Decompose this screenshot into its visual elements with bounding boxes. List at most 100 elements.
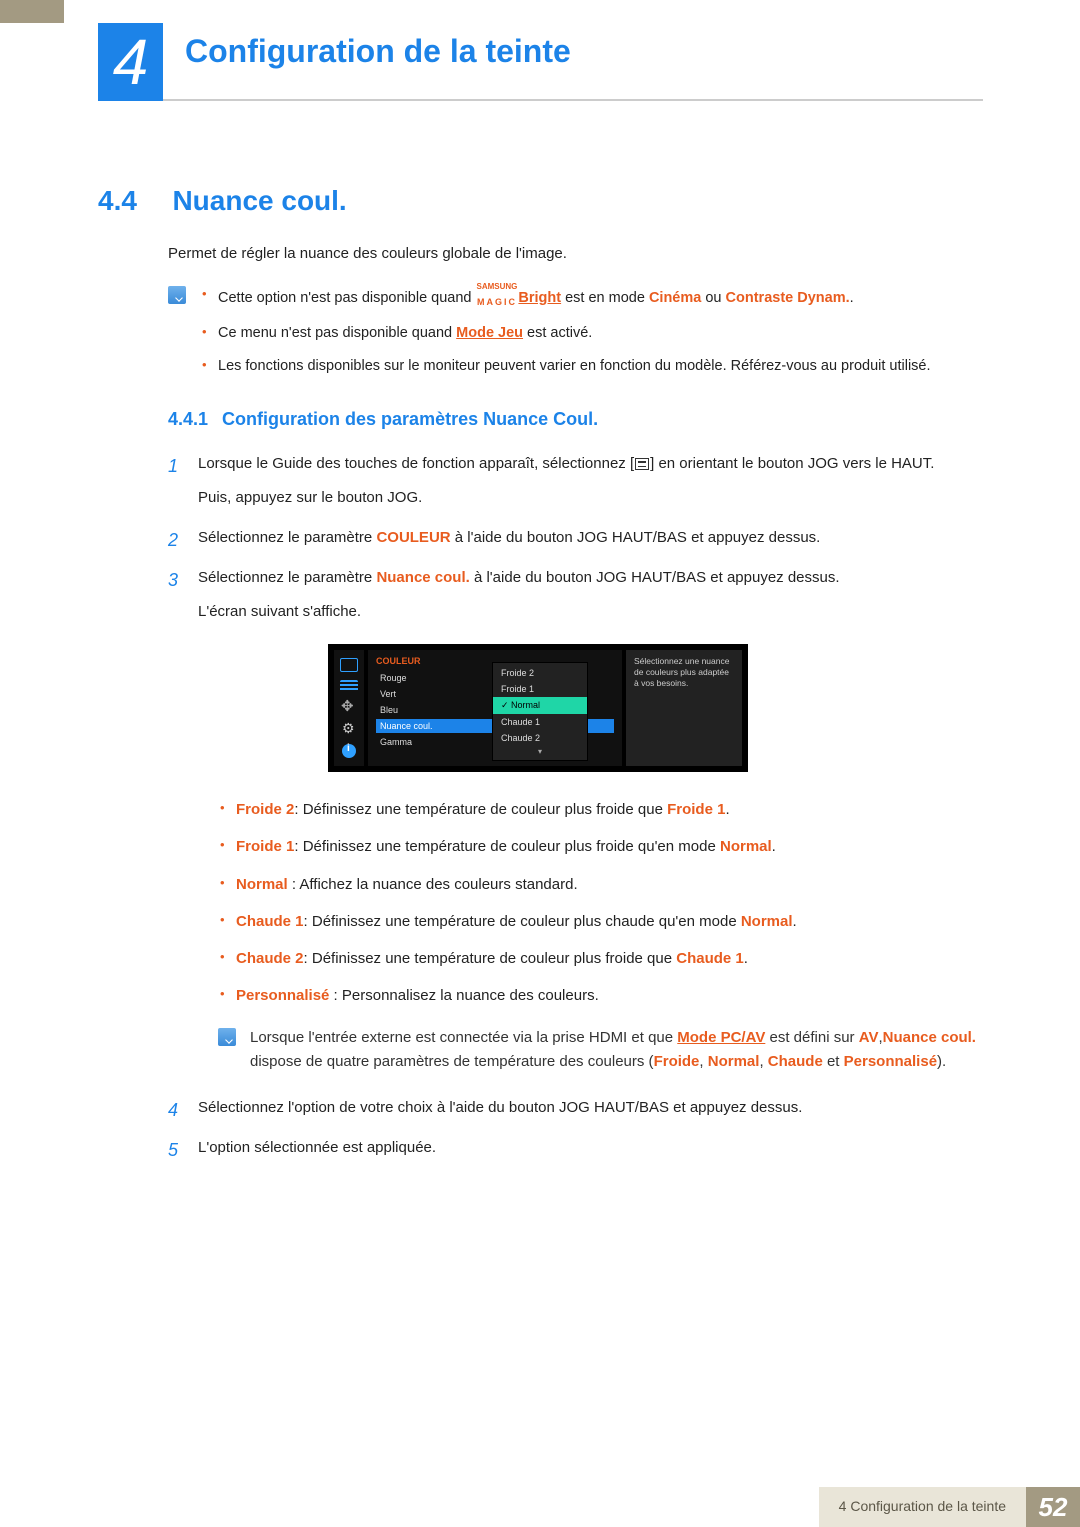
list-item: Normal : Affichez la nuance des couleurs…: [218, 873, 983, 896]
text: :: [304, 950, 312, 967]
chapter-header: 4 Configuration de la teinte: [98, 23, 983, 101]
text: dispose de quatre paramètres de températ…: [250, 1053, 654, 1070]
note-item: Les fonctions disponibles sur le moniteu…: [200, 355, 931, 377]
note-text: Lorsque l'entrée externe est connectée v…: [250, 1026, 983, 1074]
note-block-1: Cette option n'est pas disponible quand …: [168, 284, 983, 387]
chapter-number-badge: 4: [98, 23, 163, 101]
text: est défini sur: [765, 1029, 858, 1046]
text: :: [294, 838, 302, 855]
chapter-title: Configuration de la teinte: [163, 23, 983, 101]
osd-screenshot: COULEUR Rouge Vert Bleu Nuance coul. Gam…: [328, 644, 748, 772]
steps-list: 1 Lorsque le Guide des touches de foncti…: [168, 452, 983, 624]
monitor-icon: [340, 658, 358, 672]
step-number: 3: [168, 566, 178, 595]
text: ,: [759, 1053, 767, 1070]
text: .: [744, 950, 748, 967]
text: :: [304, 913, 312, 930]
keyword: Froide: [654, 1053, 700, 1070]
gear-icon: [340, 722, 358, 736]
keyword: Froide 2: [236, 801, 294, 818]
keyword: Contraste Dynam.: [726, 290, 850, 306]
text: Définissez une température de couleur pl…: [303, 801, 667, 818]
text: ,: [699, 1053, 707, 1070]
osd-option: Froide 1: [493, 681, 587, 697]
osd-help-text: Sélectionnez une nuance de couleurs plus…: [626, 650, 742, 766]
text: .: [850, 290, 854, 306]
text: Lorsque l'entrée externe est connectée v…: [250, 1029, 677, 1046]
section-title: Nuance coul.: [172, 185, 346, 216]
list-item: Personnalisé : Personnalisez la nuance d…: [218, 984, 983, 1007]
keyword: Mode Jeu: [456, 325, 523, 341]
keyword: Cinéma: [649, 290, 701, 306]
footer-page-number: 52: [1026, 1487, 1080, 1527]
keyword: Froide 1: [667, 801, 725, 818]
text: L'option sélectionnée est appliquée.: [198, 1139, 436, 1156]
text: :: [329, 987, 342, 1004]
list-item: Chaude 2: Définissez une température de …: [218, 947, 983, 970]
text: Sélectionnez l'option de votre choix à l…: [198, 1099, 802, 1116]
text: .: [772, 838, 776, 855]
keyword: Chaude: [768, 1053, 823, 1070]
menu-icon: [635, 458, 649, 470]
text: .: [725, 801, 729, 818]
arrows-icon: [340, 700, 358, 714]
text: L'écran suivant s'affiche.: [198, 600, 983, 624]
text: Définissez une température de couleur pl…: [312, 950, 676, 967]
text: Ce menu n'est pas disponible quand: [218, 325, 456, 341]
keyword: Chaude 1: [236, 913, 304, 930]
text: .: [793, 913, 797, 930]
note-icon: [218, 1028, 236, 1046]
steps-list-cont: 4 Sélectionnez l'option de votre choix à …: [168, 1096, 983, 1160]
text: Affichez la nuance des couleurs standard…: [299, 876, 577, 893]
note-list-1: Cette option n'est pas disponible quand …: [200, 284, 931, 387]
intro-text: Permet de régler la nuance des couleurs …: [168, 245, 983, 262]
text: :: [288, 876, 300, 893]
step-number: 5: [168, 1136, 178, 1165]
footer: 4 Configuration de la teinte 52: [0, 1467, 1080, 1527]
osd-sidebar: [334, 650, 364, 766]
text: Personnalisez la nuance des couleurs.: [342, 987, 599, 1004]
note-item: Ce menu n'est pas disponible quand Mode …: [200, 322, 931, 344]
keyword: Normal: [720, 838, 772, 855]
text: Sélectionnez le paramètre: [198, 569, 376, 586]
step-item: 1 Lorsque le Guide des touches de foncti…: [168, 452, 983, 510]
osd-option: Froide 2: [493, 665, 587, 681]
subsection-title: Configuration des paramètres Nuance Coul…: [222, 409, 598, 429]
text: Cette option n'est pas disponible quand: [218, 290, 476, 306]
list-item: Froide 2: Définissez une température de …: [218, 798, 983, 821]
osd-option: Chaude 2: [493, 730, 587, 746]
text: ).: [937, 1053, 946, 1070]
step-item: 3 Sélectionnez le paramètre Nuance coul.…: [168, 566, 983, 624]
text: Sélectionnez le paramètre: [198, 529, 376, 546]
text: Lorsque le Guide des touches de fonction…: [198, 455, 634, 472]
text: Puis, appuyez sur le bouton JOG.: [198, 486, 983, 510]
step-number: 4: [168, 1096, 178, 1125]
step-item: 4Sélectionnez l'option de votre choix à …: [168, 1096, 983, 1120]
osd-popup: Froide 2 Froide 1 Normal Chaude 1 Chaude…: [492, 662, 588, 761]
keyword: Personnalisé: [236, 987, 329, 1004]
osd-main-panel: COULEUR Rouge Vert Bleu Nuance coul. Gam…: [368, 650, 622, 766]
note-icon: [168, 286, 186, 304]
subsection-number: 4.4.1: [168, 409, 208, 429]
keyword: Personnalisé: [844, 1053, 937, 1070]
keyword: Chaude 1: [676, 950, 744, 967]
keyword: Normal: [741, 913, 793, 930]
footer-title: 4 Configuration de la teinte: [819, 1487, 1026, 1527]
text: est activé.: [523, 325, 592, 341]
keyword: Normal: [708, 1053, 760, 1070]
text: est en mode: [561, 290, 649, 306]
keyword: Nuance coul.: [883, 1029, 976, 1046]
text: :: [294, 801, 302, 818]
step-item: 2 Sélectionnez le paramètre COULEUR à l'…: [168, 526, 983, 550]
list-icon: [340, 680, 358, 692]
subsection-heading: 4.4.1 Configuration des paramètres Nuance…: [168, 409, 983, 430]
text: à l'aide du bouton JOG HAUT/BAS et appuy…: [470, 569, 840, 586]
keyword: Froide 1: [236, 838, 294, 855]
step-number: 1: [168, 452, 178, 481]
step-item: 5L'option sélectionnée est appliquée.: [168, 1136, 983, 1160]
note-block-2: Lorsque l'entrée externe est connectée v…: [218, 1026, 983, 1074]
text: Définissez une température de couleur pl…: [312, 913, 741, 930]
info-icon: [342, 744, 356, 758]
keyword: Chaude 2: [236, 950, 304, 967]
text: et: [823, 1053, 844, 1070]
